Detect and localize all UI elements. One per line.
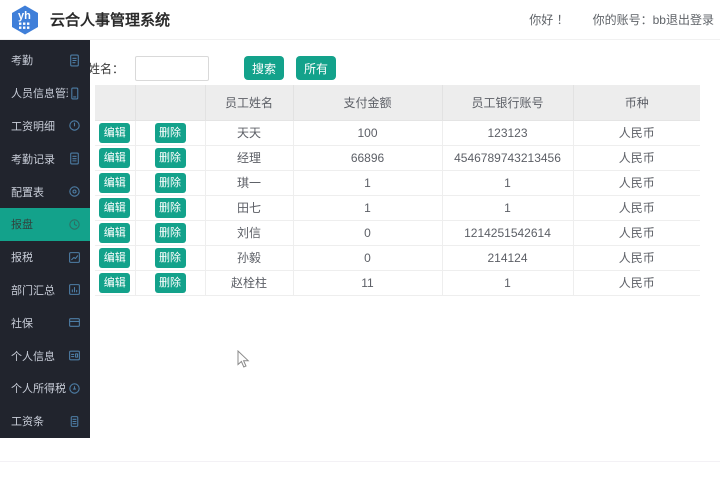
cell-bank-account: 1	[442, 195, 573, 220]
cell-employee-name: 赵栓柱	[205, 270, 293, 295]
top-header: yh 云合人事管理系统 你好 ！ 你的账号：bb 退出登录	[0, 0, 720, 40]
sidebar-item-config-table[interactable]: 配置表	[0, 175, 90, 208]
search-bar: 姓名： 搜索 所有	[90, 55, 336, 81]
cell-pay-amount: 0	[293, 220, 442, 245]
delete-button[interactable]: 删除	[155, 223, 186, 243]
edit-button[interactable]: 编辑	[99, 248, 130, 268]
table-header-row: 员工姓名支付金额员工银行账号币种	[95, 85, 700, 120]
table-row: 编辑 删除 刘信 0 1214251542614 人民币	[95, 220, 700, 245]
cell-currency: 人民币	[573, 245, 700, 270]
svg-text:yh: yh	[18, 10, 31, 22]
cell-currency: 人民币	[573, 145, 700, 170]
cell-pay-amount: 11	[293, 270, 442, 295]
gear-icon	[68, 185, 81, 198]
delete-button[interactable]: 删除	[155, 273, 186, 293]
cell-currency: 人民币	[573, 170, 700, 195]
cell-pay-amount: 1	[293, 195, 442, 220]
edit-button[interactable]: 编辑	[99, 173, 130, 193]
payroll-table: 员工姓名支付金额员工银行账号币种 编辑 删除 天天 100 123123 人民币…	[95, 85, 700, 296]
cell-bank-account: 214124	[442, 245, 573, 270]
delete-button[interactable]: 删除	[155, 148, 186, 168]
main-content: 姓名： 搜索 所有 员工姓名支付金额员工银行账号币种 编辑 删除 天天 100 …	[90, 40, 720, 480]
cell-pay-amount: 66896	[293, 145, 442, 170]
sidebar-item-tax-report[interactable]: 报税	[0, 241, 90, 274]
column-header: 员工姓名	[205, 85, 293, 120]
cell-bank-account: 123123	[442, 120, 573, 145]
table-row: 编辑 删除 赵栓柱 11 1 人民币	[95, 270, 700, 295]
delete-button[interactable]: 删除	[155, 198, 186, 218]
show-all-button[interactable]: 所有	[296, 56, 336, 80]
cell-bank-account: 1	[442, 170, 573, 195]
sidebar-item-attendance[interactable]: 考勤	[0, 44, 90, 77]
sidebar-item-social-insurance[interactable]: 社保	[0, 306, 90, 339]
edit-button[interactable]: 编辑	[99, 198, 130, 218]
edit-button[interactable]: 编辑	[99, 223, 130, 243]
bar-chart-icon	[68, 283, 81, 296]
cell-pay-amount: 0	[293, 245, 442, 270]
sidebar-item-department-summary[interactable]: 部门汇总	[0, 274, 90, 307]
sidebar-item-salary-detail[interactable]: 工资明细	[0, 110, 90, 143]
page-divider	[0, 461, 720, 462]
trend-icon	[68, 251, 81, 264]
table-row: 编辑 删除 琪一 1 1 人民币	[95, 170, 700, 195]
name-search-label: 姓名：	[88, 60, 124, 77]
cell-currency: 人民币	[573, 270, 700, 295]
column-header-actions	[95, 85, 135, 120]
sidebar-item-payslip[interactable]: 工资条	[0, 405, 90, 438]
cell-employee-name: 刘信	[205, 220, 293, 245]
cell-employee-name: 经理	[205, 145, 293, 170]
doc-check-icon	[68, 152, 81, 165]
clock-icon	[68, 218, 81, 231]
edit-button[interactable]: 编辑	[99, 148, 130, 168]
cell-employee-name: 琪一	[205, 170, 293, 195]
cell-employee-name: 田七	[205, 195, 293, 220]
column-header: 员工银行账号	[442, 85, 573, 120]
sidebar-item-personnel-info-mgmt[interactable]: 人员信息管理	[0, 77, 90, 110]
location-icon	[68, 119, 81, 132]
mobile-icon	[68, 87, 81, 100]
app-logo-icon: yh	[10, 5, 40, 35]
edit-button[interactable]: 编辑	[99, 123, 130, 143]
column-header-actions	[135, 85, 205, 120]
table-row: 编辑 删除 孙毅 0 214124 人民币	[95, 245, 700, 270]
account-label: 你的账号：bb	[593, 11, 666, 28]
greeting-text: 你好 ！	[529, 11, 568, 28]
cell-employee-name: 孙毅	[205, 245, 293, 270]
sidebar-item-personal-income-tax[interactable]: 个人所得税	[0, 372, 90, 405]
delete-button[interactable]: 删除	[155, 123, 186, 143]
cell-bank-account: 1	[442, 270, 573, 295]
delete-button[interactable]: 删除	[155, 173, 186, 193]
column-header: 支付金额	[293, 85, 442, 120]
sidebar-nav: 考勤 人员信息管理 工资明细 考勤记录 配置表 报盘 报税 部门汇总 社保 个人…	[0, 40, 90, 438]
app-title: 云合人事管理系统	[50, 9, 170, 30]
table-row: 编辑 删除 经理 66896 4546789743213456 人民币	[95, 145, 700, 170]
logout-link[interactable]: 退出登录	[666, 11, 714, 28]
sidebar-item-report-disk[interactable]: 报盘	[0, 208, 90, 241]
cell-employee-name: 天天	[205, 120, 293, 145]
edit-button[interactable]: 编辑	[99, 273, 130, 293]
cell-pay-amount: 100	[293, 120, 442, 145]
cell-currency: 人民币	[573, 220, 700, 245]
sidebar-item-personal-info[interactable]: 个人信息	[0, 339, 90, 372]
card-icon	[68, 316, 81, 329]
cell-bank-account: 1214251542614	[442, 220, 573, 245]
header-account-area: 你好 ！ 你的账号：bb 退出登录	[529, 11, 714, 28]
cell-bank-account: 4546789743213456	[442, 145, 573, 170]
table-row: 编辑 删除 田七 1 1 人民币	[95, 195, 700, 220]
cell-currency: 人民币	[573, 120, 700, 145]
doc-lines-icon	[68, 54, 81, 67]
table-row: 编辑 删除 天天 100 123123 人民币	[95, 120, 700, 145]
id-card-icon	[68, 349, 81, 362]
name-search-input[interactable]	[135, 56, 209, 81]
receipt-icon	[68, 415, 81, 428]
sidebar-item-attendance-records[interactable]: 考勤记录	[0, 142, 90, 175]
column-header: 币种	[573, 85, 700, 120]
search-button[interactable]: 搜索	[244, 56, 284, 80]
cell-currency: 人民币	[573, 195, 700, 220]
cell-pay-amount: 1	[293, 170, 442, 195]
lock-icon	[68, 382, 81, 395]
delete-button[interactable]: 删除	[155, 248, 186, 268]
